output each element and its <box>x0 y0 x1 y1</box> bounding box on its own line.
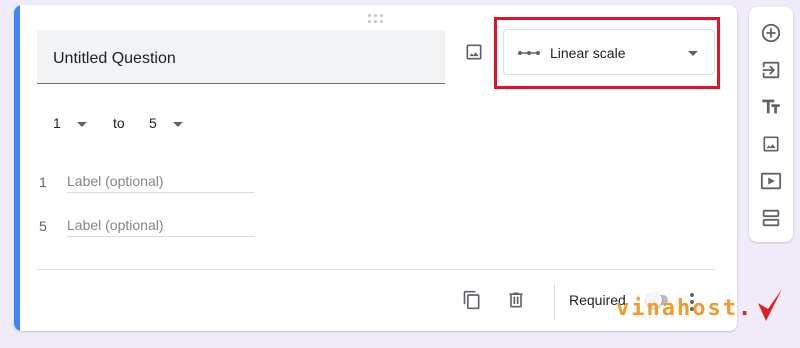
scale-to-value: 5 <box>149 115 157 131</box>
label-placeholder: Label (optional) <box>67 217 164 233</box>
question-title-field[interactable]: Untitled Question <box>37 30 445 84</box>
watermark-logo-text: vinahost. <box>616 296 754 321</box>
drag-handle-icon[interactable] <box>368 14 384 24</box>
card-accent-bar <box>14 5 20 331</box>
scale-to-text: to <box>113 115 125 131</box>
vinahost-watermark: vinahost. <box>616 287 786 331</box>
import-questions-icon[interactable] <box>759 58 783 82</box>
label-input[interactable]: Label (optional) <box>67 215 255 237</box>
label-input[interactable]: Label (optional) <box>67 171 255 193</box>
duplicate-icon[interactable] <box>460 288 484 312</box>
add-section-icon[interactable] <box>759 206 783 230</box>
scale-to-select[interactable]: 5 <box>149 115 183 131</box>
question-title-text: Untitled Question <box>53 50 176 67</box>
footer-separator <box>554 284 555 320</box>
highlight-annotation <box>494 17 720 89</box>
label-number: 5 <box>39 218 47 234</box>
scale-from-select[interactable]: 1 <box>53 115 87 131</box>
footer-divider-line <box>37 269 715 270</box>
floating-toolbar <box>749 7 793 242</box>
scale-from-value: 1 <box>53 115 61 131</box>
delete-icon[interactable] <box>504 288 528 312</box>
add-image-icon[interactable] <box>759 132 783 156</box>
watermark-check-icon <box>758 289 782 321</box>
add-image-icon[interactable] <box>462 40 486 64</box>
add-video-icon[interactable] <box>759 169 783 193</box>
label-placeholder: Label (optional) <box>67 173 164 189</box>
add-question-icon[interactable] <box>759 21 783 45</box>
chevron-down-icon <box>77 122 87 127</box>
label-number: 1 <box>39 174 47 190</box>
add-title-icon[interactable] <box>759 95 783 119</box>
chevron-down-icon <box>173 122 183 127</box>
